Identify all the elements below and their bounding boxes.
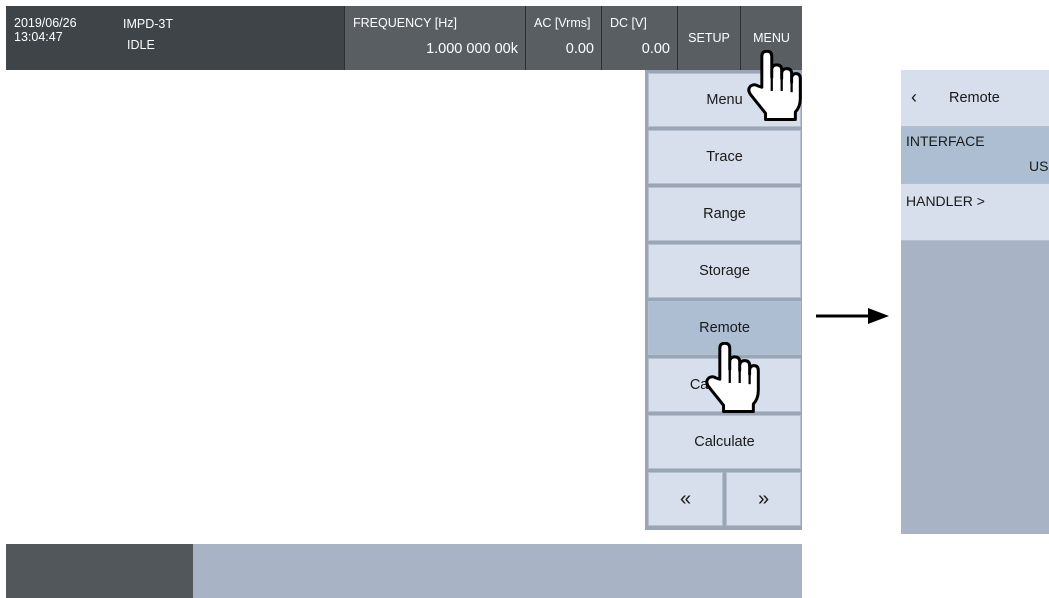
bottom-bar-right	[193, 544, 802, 598]
handler-label: HANDLER >	[906, 193, 985, 209]
frequency-display[interactable]: FREQUENCY [Hz] 1.000 000 00k	[344, 6, 525, 70]
next-page-button[interactable]: »	[726, 472, 801, 526]
ac-display[interactable]: AC [Vrms] 0.00	[525, 6, 601, 70]
hand-pointer-icon	[747, 50, 802, 122]
status-bar: 2019/06/26 13:04:47 IMPD-3T IDLE FREQUEN…	[6, 6, 802, 70]
menu-item-trace[interactable]: Trace	[648, 130, 801, 184]
menu-item-calculate[interactable]: Calculate	[648, 415, 801, 469]
setup-button[interactable]: SETUP	[677, 6, 740, 70]
ac-label: AC [Vrms]	[534, 16, 591, 30]
interface-setting[interactable]: INTERFACE USB	[901, 127, 1049, 184]
frequency-label: FREQUENCY [Hz]	[353, 16, 457, 30]
remote-panel: ‹ Remote INTERFACE USB HANDLER >	[901, 70, 1049, 534]
ac-value: 0.00	[565, 41, 594, 57]
dc-display[interactable]: DC [V] 0.00	[601, 6, 677, 70]
time-text: 13:04:47	[14, 30, 63, 44]
state-text: IDLE	[127, 38, 155, 52]
dc-value: 0.00	[641, 41, 670, 57]
date-text: 2019/06/26	[14, 16, 77, 30]
bottom-bar-left	[6, 544, 193, 598]
hand-pointer-icon	[705, 342, 760, 414]
handler-menu-item[interactable]: HANDLER >	[901, 184, 1049, 241]
prev-page-button[interactable]: «	[648, 472, 723, 526]
remote-title: Remote	[949, 90, 1000, 106]
remote-back-button[interactable]: ‹ Remote	[901, 70, 1049, 127]
mode-status: IMPD-3T IDLE	[123, 14, 173, 78]
menu-item-storage[interactable]: Storage	[648, 244, 801, 298]
arrow-right-icon	[816, 308, 889, 324]
chevron-left-icon: ‹	[911, 87, 917, 107]
dc-label: DC [V]	[610, 16, 647, 30]
datetime: 2019/06/26 13:04:47	[14, 16, 77, 80]
interface-value: USB	[1029, 158, 1049, 174]
mode-text: IMPD-3T	[123, 17, 173, 31]
menu-panel: Menu Trace Range Storage Remote Calibrat…	[645, 70, 802, 530]
interface-label: INTERFACE	[906, 133, 985, 149]
frequency-value: 1.000 000 00k	[426, 41, 518, 57]
menu-item-range[interactable]: Range	[648, 187, 801, 241]
